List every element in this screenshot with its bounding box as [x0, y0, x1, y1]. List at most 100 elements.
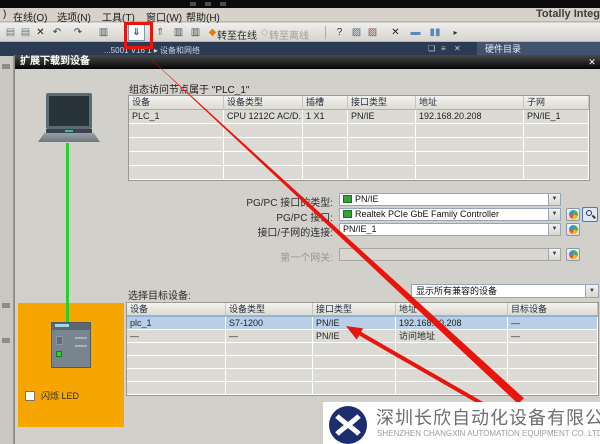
- compile-icon[interactable]: ▥: [96, 25, 111, 40]
- paste-icon[interactable]: ▤: [3, 25, 18, 40]
- flash-led-checkbox[interactable]: [25, 391, 35, 401]
- laptop-base: [38, 133, 100, 142]
- delete-icon[interactable]: ✕: [33, 25, 48, 40]
- split-vertical-icon[interactable]: ▮▮: [426, 25, 444, 40]
- company-logo-icon: [329, 406, 367, 444]
- go-online-button[interactable]: 转至在线: [217, 27, 257, 42]
- panel-icon[interactable]: ❏: [428, 44, 435, 53]
- first-gateway-select: ▼: [339, 248, 561, 261]
- compatible-devices-filter-select[interactable]: 显示所有兼容的设备 ▼: [411, 284, 599, 298]
- cell-target-device: —: [508, 330, 598, 342]
- dialog-close-icon[interactable]: ✕: [586, 55, 598, 69]
- redo-icon[interactable]: ↷: [68, 25, 88, 40]
- close-panel-icon[interactable]: ✕: [388, 25, 403, 40]
- dialog-title: 扩展下载到设备: [20, 56, 90, 67]
- chevron-down-icon[interactable]: ▼: [548, 209, 560, 220]
- plc-graphic: [51, 322, 91, 368]
- gateway-properties-button[interactable]: [566, 248, 580, 261]
- company-name-en: SHENZHEN CHANGXIN AUTOMATION EQUIPMENT C…: [377, 429, 600, 438]
- cell-device: —: [127, 330, 226, 342]
- cell-device: plc_1: [127, 317, 226, 329]
- pgpc-interface-select[interactable]: Realtek PCIe GbE Family Controller ▼: [339, 208, 561, 221]
- select-target-label: 选择目标设备:: [128, 287, 191, 302]
- magnifier-handle: [592, 215, 596, 219]
- window-titlebar: [0, 0, 600, 8]
- plc-detail-line: [75, 345, 87, 347]
- breadcrumb-bar: ...5001 V16 1 ▸ 设备和网络 ❏ ≡ ✕ 硬件目录: [0, 42, 600, 56]
- panel-close-icon[interactable]: ✕: [454, 44, 461, 53]
- upload-from-device-icon[interactable]: ⇑: [153, 25, 168, 40]
- cell-address: 192.168.20.208: [416, 110, 524, 123]
- accessible-devices-icon[interactable]: ?: [332, 25, 347, 40]
- toolbar-separator: [325, 26, 326, 39]
- cell-slot: 1 X1: [303, 110, 348, 123]
- subnet-connection-value: PN/IE_1: [343, 224, 377, 234]
- network-adapter-icon: [343, 210, 352, 218]
- cell-device-type: CPU 1212C AC/D...: [224, 110, 303, 123]
- hardware-catalog-tab[interactable]: 硬件目录: [477, 42, 600, 56]
- target-table-header: 设备 设备类型 接口类型 地址 目标设备: [127, 303, 598, 316]
- device-info-icon[interactable]: ▨: [349, 25, 364, 40]
- menu-help[interactable]: 帮助(H): [186, 9, 220, 24]
- start-simulation-icon[interactable]: ▥: [171, 25, 186, 40]
- subnet-properties-button[interactable]: [566, 223, 580, 236]
- menu-online[interactable]: 在线(O): [13, 9, 47, 24]
- cell-address: 访问地址: [396, 330, 508, 342]
- split-horizontal-icon[interactable]: ▬: [408, 25, 423, 40]
- pgpc-type-label: PG/PC 接口的类型:: [123, 194, 333, 209]
- chevron-down-icon[interactable]: ▼: [585, 285, 598, 297]
- paste-icon[interactable]: ▤: [18, 25, 33, 40]
- extended-download-dialog: 扩展下载到设备 ✕ 闪烁 LED 组态访问节点属于 "PLC_1" 设备: [14, 55, 600, 444]
- chevron-down-icon[interactable]: ▼: [548, 194, 560, 205]
- subnet-connection-select[interactable]: PN/IE_1 ▼: [339, 223, 561, 236]
- empty-row: [129, 166, 589, 180]
- totally-integrated-brand: Totally Integ: [536, 8, 600, 20]
- laptop-logo-dot: [65, 130, 73, 132]
- cell-target-device: —: [508, 317, 598, 329]
- plc-label-strip: [55, 324, 69, 327]
- chevron-down-icon[interactable]: ▼: [548, 224, 560, 235]
- main-toolbar: ▤ ▤ ✕ ↶ ↷ ▥ ⇓ ⇑ ▥ ▥ ◆ 转至在线 ◇ 转至离线 ? ▨ ▨ …: [0, 23, 600, 42]
- cell-device-type: —: [226, 330, 313, 342]
- cell-device-type: S7-1200: [226, 317, 313, 329]
- configured-nodes-label: 组态访问节点属于 "PLC_1": [129, 81, 249, 96]
- interface-properties-button[interactable]: [566, 208, 580, 221]
- undo-icon[interactable]: ↶: [47, 25, 67, 40]
- toolbar-expand-icon[interactable]: ▸: [448, 25, 463, 40]
- flash-led-label: 闪烁 LED: [41, 389, 79, 402]
- column-header: 地址: [416, 96, 524, 109]
- empty-row: [129, 138, 589, 152]
- tia-portal-screen: ) 在线(O) 选项(N) 工具(T) 窗口(W) 帮助(H) Totally …: [0, 0, 600, 444]
- column-header: 接口类型: [313, 303, 396, 315]
- column-header: 接口类型: [348, 96, 416, 109]
- company-name-cn: 深圳长欣自动化设备有限公司: [376, 404, 600, 430]
- target-devices-table: 设备 设备类型 接口类型 地址 目标设备 plc_1 S7-1200 PN/IE…: [126, 302, 599, 396]
- pgpc-type-select[interactable]: PN/IE ▼: [339, 193, 561, 206]
- stop-runtime-icon[interactable]: ▥: [188, 25, 203, 40]
- target-device-row-selected[interactable]: plc_1 S7-1200 PN/IE 192.168.20.208 —: [127, 316, 598, 330]
- menu-options[interactable]: 选项(N): [57, 9, 91, 24]
- pgpc-interface-label: PG/PC 接口:: [123, 209, 333, 224]
- dialog-titlebar: 扩展下载到设备 ✕: [15, 55, 600, 69]
- network-globe-icon: [569, 210, 578, 219]
- titlebar-glyph: [205, 2, 211, 6]
- tree-mark: [2, 338, 10, 343]
- titlebar-glyph: [190, 2, 196, 6]
- titlebar-glyph: [220, 2, 226, 6]
- access-table-row[interactable]: PLC_1 CPU 1212C AC/D... 1 X1 PN/IE 192.1…: [129, 110, 589, 124]
- go-offline-button[interactable]: 转至离线: [269, 27, 309, 42]
- column-header: 设备类型: [226, 303, 313, 315]
- target-device-row[interactable]: — — PN/IE 访问地址 —: [127, 330, 598, 343]
- column-header: 设备类型: [224, 96, 303, 109]
- search-interface-button[interactable]: [582, 207, 598, 222]
- cell-interface-type: PN/IE: [348, 110, 416, 123]
- plc-terminal-block: [56, 336, 63, 345]
- annotation-highlight-box: [124, 22, 153, 49]
- device-info-icon[interactable]: ▨: [365, 25, 380, 40]
- empty-row: [127, 382, 598, 395]
- network-globe-icon: [569, 225, 578, 234]
- subnet-connection-label: 接口/子网的连接:: [123, 224, 333, 239]
- pgpc-type-value: PN/IE: [355, 194, 379, 204]
- company-watermark: 深圳长欣自动化设备有限公司 SHENZHEN CHANGXIN AUTOMATI…: [323, 402, 600, 444]
- panel-menu-icon[interactable]: ≡: [441, 44, 446, 53]
